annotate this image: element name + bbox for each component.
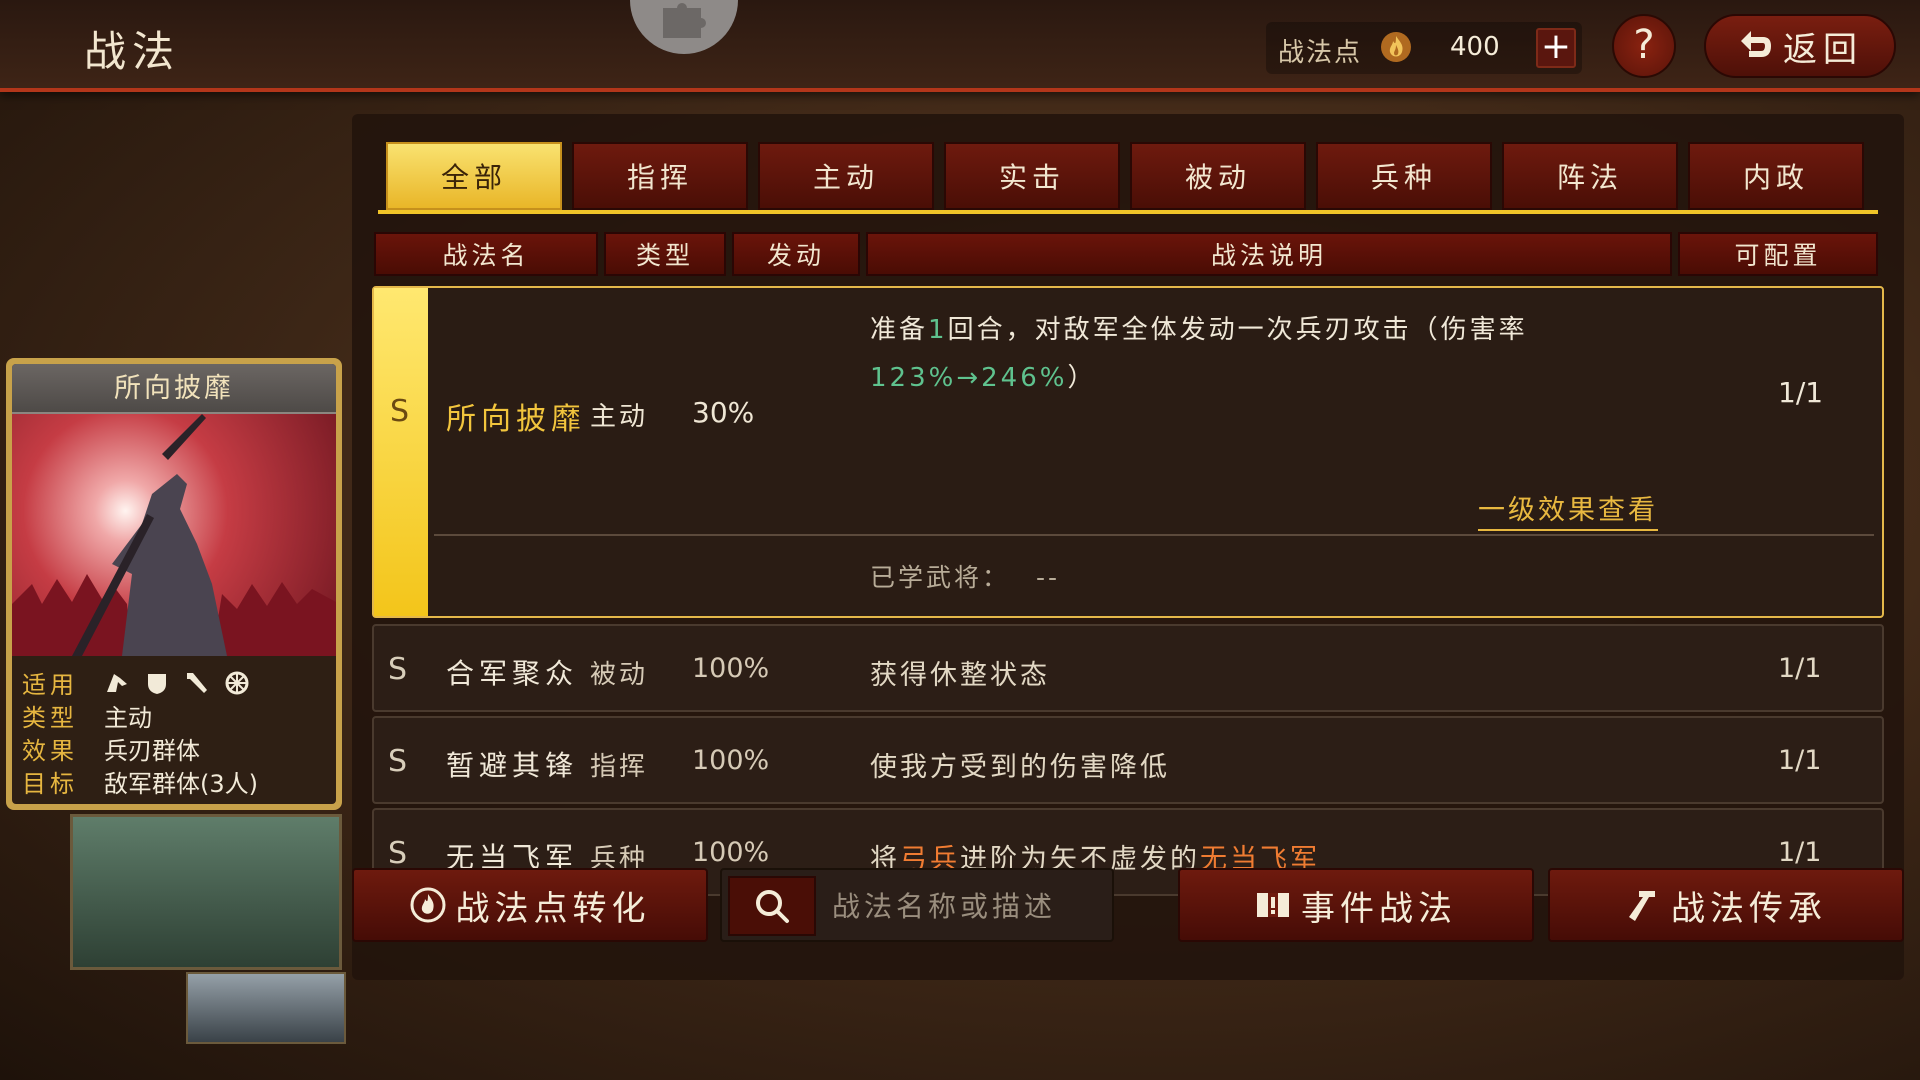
effect-label: 效果 bbox=[22, 737, 78, 765]
search-icon bbox=[756, 890, 789, 923]
tactic-grade: S bbox=[388, 744, 408, 779]
effect-row: 效果 兵刃群体 bbox=[22, 732, 332, 765]
tactic-slot-count: 1/1 bbox=[1778, 376, 1824, 409]
target-value: 敌军群体(3人) bbox=[104, 770, 258, 798]
applicable-label: 适用 bbox=[22, 671, 78, 699]
event-tactics-button[interactable]: 事件战法 bbox=[1178, 868, 1534, 942]
col-header-configurable[interactable]: 可配置 bbox=[1678, 232, 1878, 276]
wheel-icon bbox=[225, 671, 249, 694]
applicable-row: 适用 bbox=[22, 666, 332, 699]
card-info: 适用 类型 主动 效果 兵刃群体 目标 敌军群体(3人) bbox=[22, 666, 332, 798]
skill-illustration bbox=[12, 414, 336, 656]
tactic-grade: S bbox=[388, 652, 408, 687]
tab-passive[interactable]: 被动 bbox=[1130, 142, 1306, 210]
tab-assault[interactable]: 实击 bbox=[944, 142, 1120, 210]
target-row: 目标 敌军群体(3人) bbox=[22, 765, 332, 798]
card-title-bar: 所向披靡 bbox=[12, 364, 336, 414]
tactic-points-box: 战法点 400 + bbox=[1266, 22, 1582, 74]
back-label: 返回 bbox=[1783, 29, 1863, 70]
points-label: 战法点 bbox=[1278, 38, 1363, 68]
selection-marker bbox=[374, 288, 428, 616]
col-header-description: 战法说明 bbox=[866, 232, 1672, 276]
tactics-list-panel: 全部 指挥 主动 实击 被动 兵种 阵法 内政 战法名 类型 发动 战法说明 可… bbox=[352, 114, 1904, 980]
hammer-icon bbox=[1629, 891, 1655, 921]
tactic-inheritance-button[interactable]: 战法传承 bbox=[1548, 868, 1904, 942]
flame-icon bbox=[1381, 32, 1411, 62]
effect-value: 兵刃群体 bbox=[104, 737, 200, 765]
tactic-art-thumbnail bbox=[70, 814, 342, 970]
top-bar: 战法 战法点 400 + ? 返回 bbox=[0, 0, 1920, 92]
tactic-trigger-rate: 100% bbox=[692, 745, 770, 776]
tab-underline bbox=[378, 210, 1878, 214]
tactic-inheritance-label: 战法传承 bbox=[1671, 888, 1827, 929]
bow-icon bbox=[187, 672, 207, 693]
tab-active[interactable]: 主动 bbox=[758, 142, 934, 210]
learned-generals: 已学武将： -- bbox=[870, 558, 1060, 594]
tactic-trigger-rate: 100% bbox=[692, 653, 770, 684]
tactic-art-thumbnail bbox=[186, 972, 346, 1044]
return-arrow-icon bbox=[1741, 31, 1771, 57]
tactic-name: 合军聚众 bbox=[446, 657, 579, 690]
tactic-slot-count: 1/1 bbox=[1778, 653, 1822, 684]
learned-value: -- bbox=[1036, 563, 1061, 592]
type-label: 类型 bbox=[22, 704, 78, 732]
col-header-trigger[interactable]: 发动 bbox=[732, 232, 860, 276]
column-headers: 战法名 类型 发动 战法说明 可配置 bbox=[374, 232, 1878, 276]
add-points-button[interactable]: + bbox=[1536, 28, 1576, 68]
flame-icon bbox=[410, 887, 445, 923]
skill-detail-card: 所向披靡 适用 类型 主动 效果 兵刃群体 目标 敌军群体(3人) bbox=[6, 358, 342, 810]
tab-command[interactable]: 指挥 bbox=[572, 142, 748, 210]
level-one-effect-link[interactable]: 一级效果查看 bbox=[1478, 488, 1658, 531]
learned-label: 已学武将： bbox=[870, 563, 1011, 592]
tactic-slot-count: 1/1 bbox=[1778, 837, 1822, 868]
page-title: 战法 bbox=[84, 27, 181, 76]
tactic-type: 指挥 bbox=[590, 752, 649, 782]
col-header-type[interactable]: 类型 bbox=[604, 232, 726, 276]
type-value: 主动 bbox=[104, 704, 152, 732]
convert-points-label: 战法点转化 bbox=[455, 888, 651, 929]
shield-icon bbox=[148, 673, 166, 694]
tactic-grade: S bbox=[390, 394, 410, 429]
prep-turns-value: 1 bbox=[928, 315, 948, 345]
tab-internal-affairs[interactable]: 内政 bbox=[1688, 142, 1864, 210]
tactic-trigger-rate: 100% bbox=[692, 837, 770, 868]
tactic-row[interactable]: S 暂避其锋 指挥 100% 使我方受到的伤害降低 1/1 bbox=[372, 716, 1884, 804]
search-input[interactable] bbox=[832, 882, 1104, 930]
points-value: 400 bbox=[1450, 32, 1500, 62]
convert-points-button[interactable]: 战法点转化 bbox=[352, 868, 708, 942]
category-tabs: 全部 指挥 主动 实击 被动 兵种 阵法 内政 bbox=[386, 142, 1864, 210]
tactic-slot-count: 1/1 bbox=[1778, 745, 1822, 776]
search-bar bbox=[720, 868, 1114, 942]
tactic-description: 准备1回合，对敌军全体发动一次兵刃攻击（伤害率 123%→246%） bbox=[870, 315, 1528, 393]
tactic-name: 暂避其锋 bbox=[446, 749, 579, 782]
tactic-row[interactable]: S 合军聚众 被动 100% 获得休整状态 1/1 bbox=[372, 624, 1884, 712]
tactic-grade: S bbox=[388, 836, 408, 871]
help-button[interactable]: ? bbox=[1612, 14, 1676, 78]
tactic-description: 获得休整状态 bbox=[870, 660, 1050, 691]
damage-rate-value: 123%→246% bbox=[870, 363, 1068, 393]
puzzle-icon bbox=[663, 3, 706, 39]
tab-troop-type[interactable]: 兵种 bbox=[1316, 142, 1492, 210]
tab-formation[interactable]: 阵法 bbox=[1502, 142, 1678, 210]
divider bbox=[434, 534, 1874, 536]
puzzle-button[interactable] bbox=[630, 0, 738, 54]
tactic-row-selected[interactable]: S 所向披靡 主动 30% 准备1回合，对敌军全体发动一次兵刃攻击（伤害率 12… bbox=[372, 286, 1884, 618]
tab-all[interactable]: 全部 bbox=[386, 142, 562, 210]
tactic-name: 所向披靡 bbox=[446, 402, 586, 437]
col-header-name[interactable]: 战法名 bbox=[374, 232, 598, 276]
scroll-alert-icon bbox=[1257, 893, 1289, 917]
tactic-type: 主动 bbox=[590, 402, 649, 432]
tactic-trigger-rate: 30% bbox=[692, 396, 755, 429]
tactic-description: 使我方受到的伤害降低 bbox=[870, 752, 1170, 783]
type-row: 类型 主动 bbox=[22, 699, 332, 732]
target-label: 目标 bbox=[22, 770, 78, 798]
tactic-type: 被动 bbox=[590, 660, 649, 690]
back-button[interactable]: 返回 bbox=[1704, 14, 1896, 78]
search-button[interactable] bbox=[728, 876, 816, 936]
cavalry-icon bbox=[107, 673, 127, 692]
card-title: 所向披靡 bbox=[114, 373, 234, 404]
event-tactics-label: 事件战法 bbox=[1301, 888, 1457, 929]
